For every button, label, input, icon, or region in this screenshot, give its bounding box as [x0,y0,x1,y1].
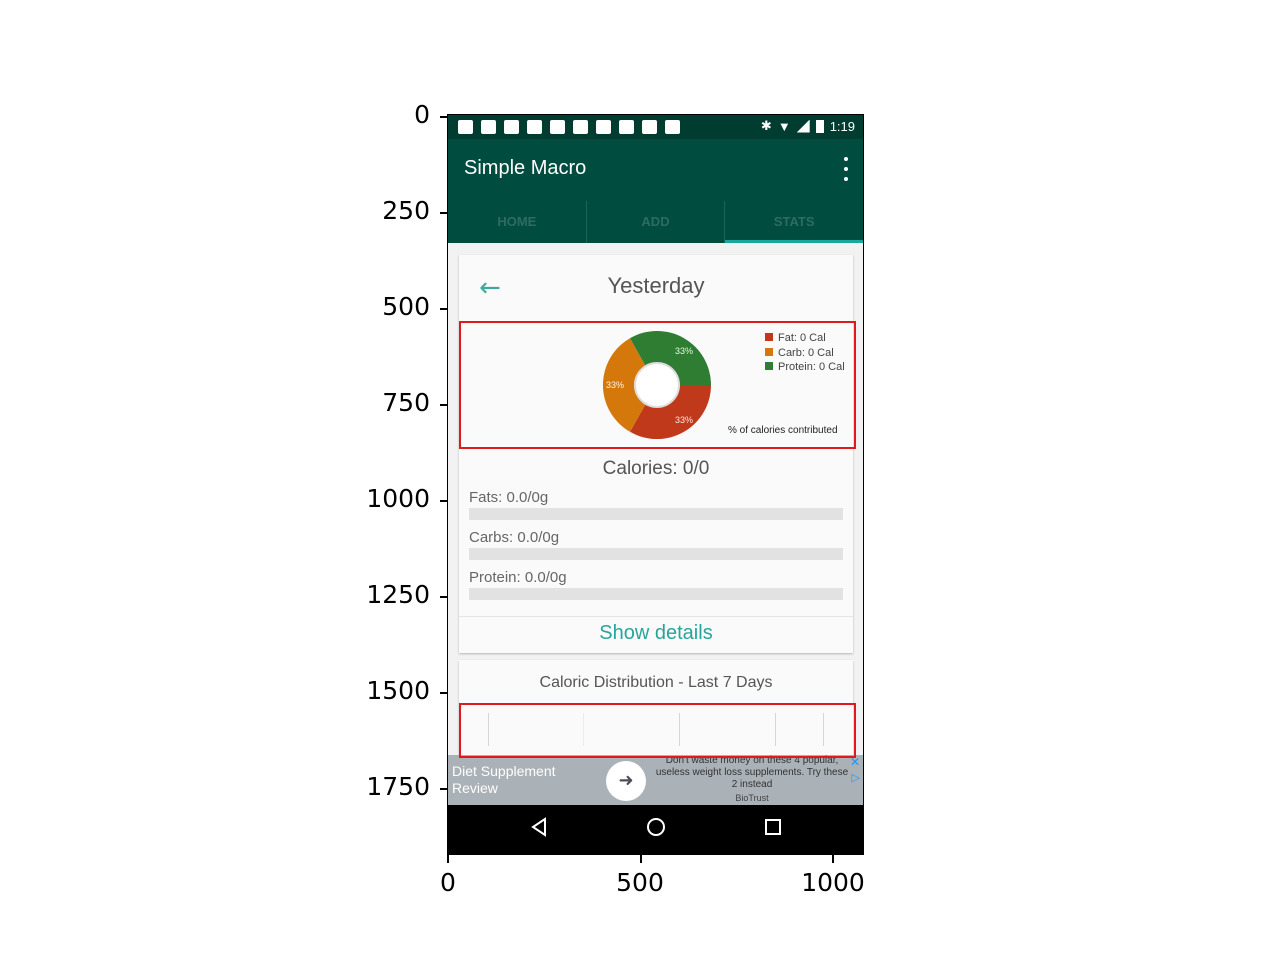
bluetooth-icon: ✱ [760,118,772,133]
tab-bar: HOME ADD STATS [448,201,863,243]
signal-icon [796,119,810,133]
x-tick-label: 500 [616,868,664,897]
x-tick [640,855,642,863]
ad-banner[interactable]: Diet Supplement Review ➜ Don't waste mon… [448,755,863,805]
notification-icon [481,120,496,134]
y-tick-label: 500 [382,292,430,321]
nav-back-icon[interactable] [530,817,548,837]
wifi-icon: ▼ [777,118,791,134]
status-bar: ✱ ▼ 1:19 [448,115,863,139]
fats-progress-bar [469,508,843,520]
carbs-progress-bar [469,548,843,560]
protein-label: Protein: 0.0/0g [469,569,567,586]
nav-home-icon[interactable] [646,817,666,837]
x-tick-label: 0 [440,868,456,897]
clock: 1:19 [829,118,855,134]
y-tick-label: 1750 [366,772,430,801]
y-tick-label: 0 [414,100,430,129]
nav-recents-icon[interactable] [764,817,782,837]
ad-source: BioTrust [735,793,769,803]
tab-home[interactable]: HOME [448,201,586,243]
highlight-box-weekly-chart [459,703,856,758]
app-title: Simple Macro [464,157,587,179]
y-tick-label: 750 [382,388,430,417]
adchoices-icon[interactable]: ▷ [852,771,860,784]
notification-icon [527,120,542,134]
y-tick-label: 1250 [366,580,430,609]
y-tick-label: 250 [382,196,430,225]
ad-text: Don't waste money on these 4 popular, us… [655,755,849,790]
day-summary-card: ← Yesterday 33% 33% 33% Fat: 0 Cal Carb:… [459,255,853,653]
navigation-bar [448,805,863,854]
app-bar: Simple Macro [448,139,863,201]
protein-progress-bar [469,588,843,600]
date-label: Yesterday [607,273,705,298]
show-details-button[interactable]: Show details [459,622,853,645]
highlight-box-pie-chart [459,321,856,449]
notification-icons [458,120,680,134]
arrow-right-icon[interactable]: ➜ [606,761,646,801]
notification-icon [504,120,519,134]
phone-screen: ✱ ▼ 1:19 Simple Macro HOME ADD STATS ← Y… [447,114,864,855]
notification-icon [573,120,588,134]
y-tick-label: 1000 [366,484,430,513]
system-icons: ✱ ▼ 1:19 [761,118,855,134]
x-tick [447,855,449,863]
notification-icon [642,120,657,134]
carbs-label: Carbs: 0.0/0g [469,529,560,546]
more-vert-icon[interactable] [843,157,849,181]
notification-icon [596,120,611,134]
x-tick [832,855,834,863]
notification-icon [619,120,634,134]
battery-icon [815,119,824,133]
divider [459,616,853,617]
tab-stats[interactable]: STATS [724,201,863,243]
tab-add[interactable]: ADD [585,201,725,243]
weekly-chart-title: Caloric Distribution - Last 7 Days [539,674,773,691]
calories-label: Calories: 0/0 [602,458,710,479]
y-tick-label: 1500 [366,676,430,705]
ad-title: Diet Supplement Review [452,763,556,796]
notification-icon [550,120,565,134]
x-tick-label: 1000 [801,868,865,897]
notification-icon [458,120,473,134]
notification-icon [665,120,680,134]
fats-label: Fats: 0.0/0g [469,489,549,506]
